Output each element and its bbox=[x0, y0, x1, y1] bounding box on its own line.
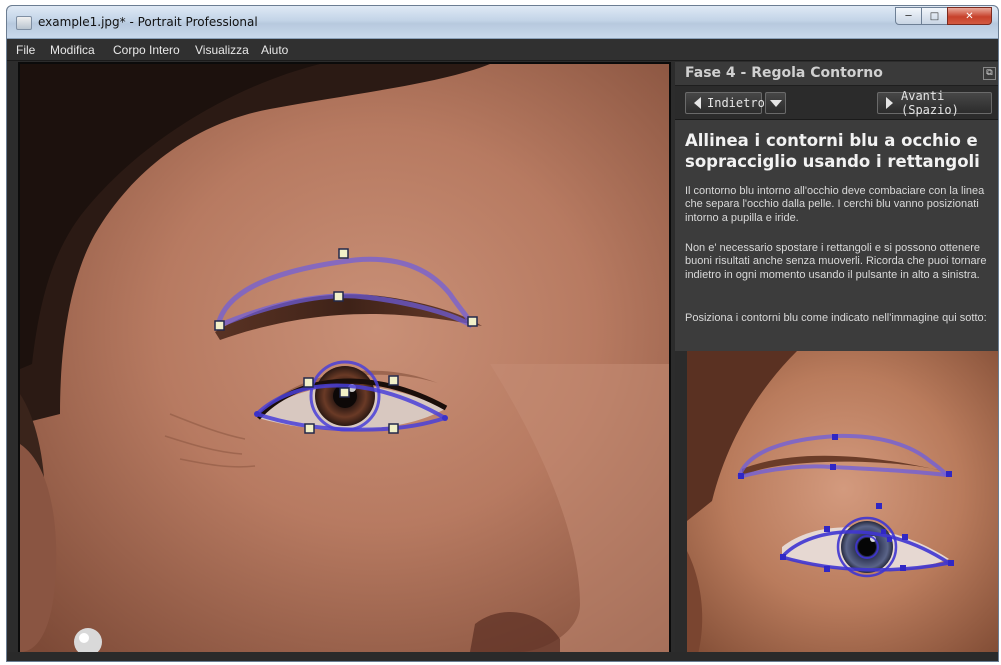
status-bar bbox=[7, 652, 998, 661]
menu-modifica[interactable]: Modifica bbox=[50, 43, 95, 57]
panel-header: Fase 4 - Regola Contorno ⧉ bbox=[675, 62, 998, 86]
portrait-photo bbox=[20, 64, 669, 652]
back-button[interactable]: Indietro bbox=[685, 92, 765, 114]
title-bar[interactable]: example1.jpg* - Portrait Professional ─ … bbox=[7, 6, 998, 39]
menu-visualizza[interactable]: Visualizza bbox=[195, 43, 249, 57]
instructions-paragraph-3: Posiziona i contorni blu come indicato n… bbox=[685, 312, 987, 324]
step-navigation: Indietro Avanti (Spazio) bbox=[675, 86, 998, 120]
menu-bar: File Modifica Corpo Intero Visualizza Ai… bbox=[7, 39, 998, 61]
app-window: example1.jpg* - Portrait Professional ─ … bbox=[6, 5, 999, 662]
window-controls: ─ □ ✕ bbox=[895, 7, 992, 25]
chevron-down-icon bbox=[769, 99, 782, 107]
close-icon: ✕ bbox=[965, 10, 974, 22]
back-button-label: Indietro bbox=[707, 96, 765, 110]
menu-aiuto[interactable]: Aiuto bbox=[261, 43, 288, 57]
reference-image bbox=[687, 351, 998, 658]
menu-file[interactable]: File bbox=[16, 43, 35, 57]
guide-panel: Fase 4 - Regola Contorno ⧉ Indietro Avan… bbox=[675, 62, 998, 658]
next-button-label: Avanti (Spazio) bbox=[901, 89, 959, 117]
maximize-icon: □ bbox=[929, 10, 940, 22]
back-dropdown-button[interactable] bbox=[765, 92, 786, 114]
panel-title: Fase 4 - Regola Contorno bbox=[685, 65, 883, 81]
maximize-button[interactable]: □ bbox=[921, 7, 948, 25]
minimize-icon: ─ bbox=[905, 10, 912, 22]
next-button[interactable]: Avanti (Spazio) bbox=[877, 89, 992, 117]
arrow-right-icon bbox=[886, 97, 893, 109]
instructions-area: Allinea i contorni blu a occhio e soprac… bbox=[675, 120, 998, 351]
reference-photo bbox=[687, 351, 998, 658]
window-title: example1.jpg* - Portrait Professional bbox=[38, 15, 258, 29]
app-icon bbox=[16, 16, 32, 30]
minimize-button[interactable]: ─ bbox=[895, 7, 922, 25]
photo-canvas[interactable] bbox=[18, 62, 671, 654]
restore-icon[interactable]: ⧉ bbox=[983, 67, 996, 80]
arrow-left-icon bbox=[694, 97, 701, 109]
instructions-heading: Allinea i contorni blu a occhio e soprac… bbox=[685, 131, 980, 171]
instructions-paragraph-2: Non e' necessario spostare i rettangoli … bbox=[685, 242, 987, 281]
close-button[interactable]: ✕ bbox=[947, 7, 992, 25]
instructions-paragraph-1: Il contorno blu intorno all'occhio deve … bbox=[685, 185, 985, 224]
menu-corpo-intero[interactable]: Corpo Intero bbox=[113, 43, 180, 57]
